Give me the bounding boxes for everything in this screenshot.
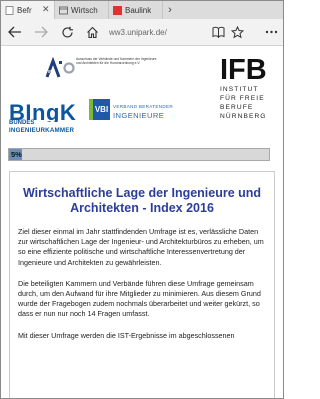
bingk-line-2: INGENIEURKAMMER — [9, 127, 75, 134]
tab-label: Befr — [17, 5, 32, 15]
bingk-main-text: BIngK — [9, 100, 76, 122]
ifb-logo-icon: IFB — [220, 54, 267, 83]
forward-button[interactable] — [33, 24, 49, 40]
tab-label: Wirtsch — [71, 5, 98, 15]
home-icon — [86, 26, 98, 38]
book-icon — [212, 26, 224, 38]
intro-paragraph-1: Ziel dieser einmal im Jahr stattfindende… — [18, 227, 264, 267]
aho-description: Ausschuss der Verbände und Kammern der I… — [76, 57, 157, 65]
back-button[interactable] — [7, 24, 23, 40]
baulink-favicon-icon — [113, 5, 122, 15]
ifb-line-3: BERUFE — [220, 104, 254, 111]
bingk-logo-icon: BIngK — [9, 100, 76, 122]
page-favicon-icon — [5, 5, 14, 15]
vbi-line-1: VERBAND BERATENDER — [113, 104, 173, 109]
url-text: ww3.unipark.de/ — [109, 28, 167, 37]
survey-intro-card: Wirtschaftliche Lage der Ingenieure und … — [9, 171, 275, 398]
progress-label: 5% — [11, 150, 22, 159]
ifb-line-4: NÜRNBERG — [220, 113, 267, 120]
vbi-line-2: INGENIEURE — [113, 111, 165, 120]
survey-title: Wirtschaftliche Lage der Ingenieure und … — [22, 186, 262, 215]
arrow-left-icon — [8, 26, 21, 38]
window-favicon-icon — [59, 6, 68, 14]
intro-paragraph-3: Mit dieser Umfrage werden die IST-Ergebn… — [18, 330, 235, 340]
browser-window: Befr ✕ Wirtsch Baulink › ww3.unipark.de/ — [0, 0, 284, 399]
tab-wirtsch[interactable]: Wirtsch — [55, 1, 109, 19]
navigation-bar: ww3.unipark.de/ — [1, 19, 283, 46]
star-icon — [230, 25, 244, 38]
ifb-main-text: IFB — [220, 54, 267, 83]
vbi-logo: VBI — [89, 99, 110, 120]
arrow-right-icon — [35, 26, 48, 38]
ifb-subtitle: INSTITUT FÜR FREIE BERUFE NÜRNBERG — [220, 85, 282, 121]
tab-bar: Befr ✕ Wirtsch Baulink › — [1, 1, 283, 19]
survey-progress-bar: 5% — [8, 148, 270, 161]
intro-paragraph-2: Die beteiligten Kammern und Verbände füh… — [18, 278, 261, 319]
refresh-button[interactable] — [59, 24, 75, 40]
logo-header: Ausschuss der Verbände und Kammern der I… — [1, 47, 283, 139]
ifb-line-2: FÜR FREIE — [220, 95, 265, 102]
refresh-icon — [61, 26, 73, 38]
reading-view-button[interactable] — [210, 24, 226, 40]
page-content: Ausschuss der Verbände und Kammern der I… — [1, 47, 283, 398]
address-bar[interactable]: ww3.unipark.de/ — [109, 24, 211, 41]
more-tabs-icon[interactable]: › — [163, 1, 177, 19]
tab-label: Baulink — [125, 5, 152, 15]
favorite-button[interactable] — [229, 24, 245, 40]
close-tab-icon[interactable]: ✕ — [42, 5, 51, 14]
tab-baulink[interactable]: Baulink — [109, 1, 163, 19]
aho-logo-icon — [45, 57, 75, 78]
tab-befr[interactable]: Befr ✕ — [1, 1, 55, 19]
more-button[interactable] — [263, 24, 279, 40]
bingk-line-1: BUNDES — [9, 120, 35, 126]
ifb-line-1: INSTITUT — [220, 86, 259, 93]
more-dots-icon — [265, 30, 277, 34]
home-button[interactable] — [84, 24, 100, 40]
